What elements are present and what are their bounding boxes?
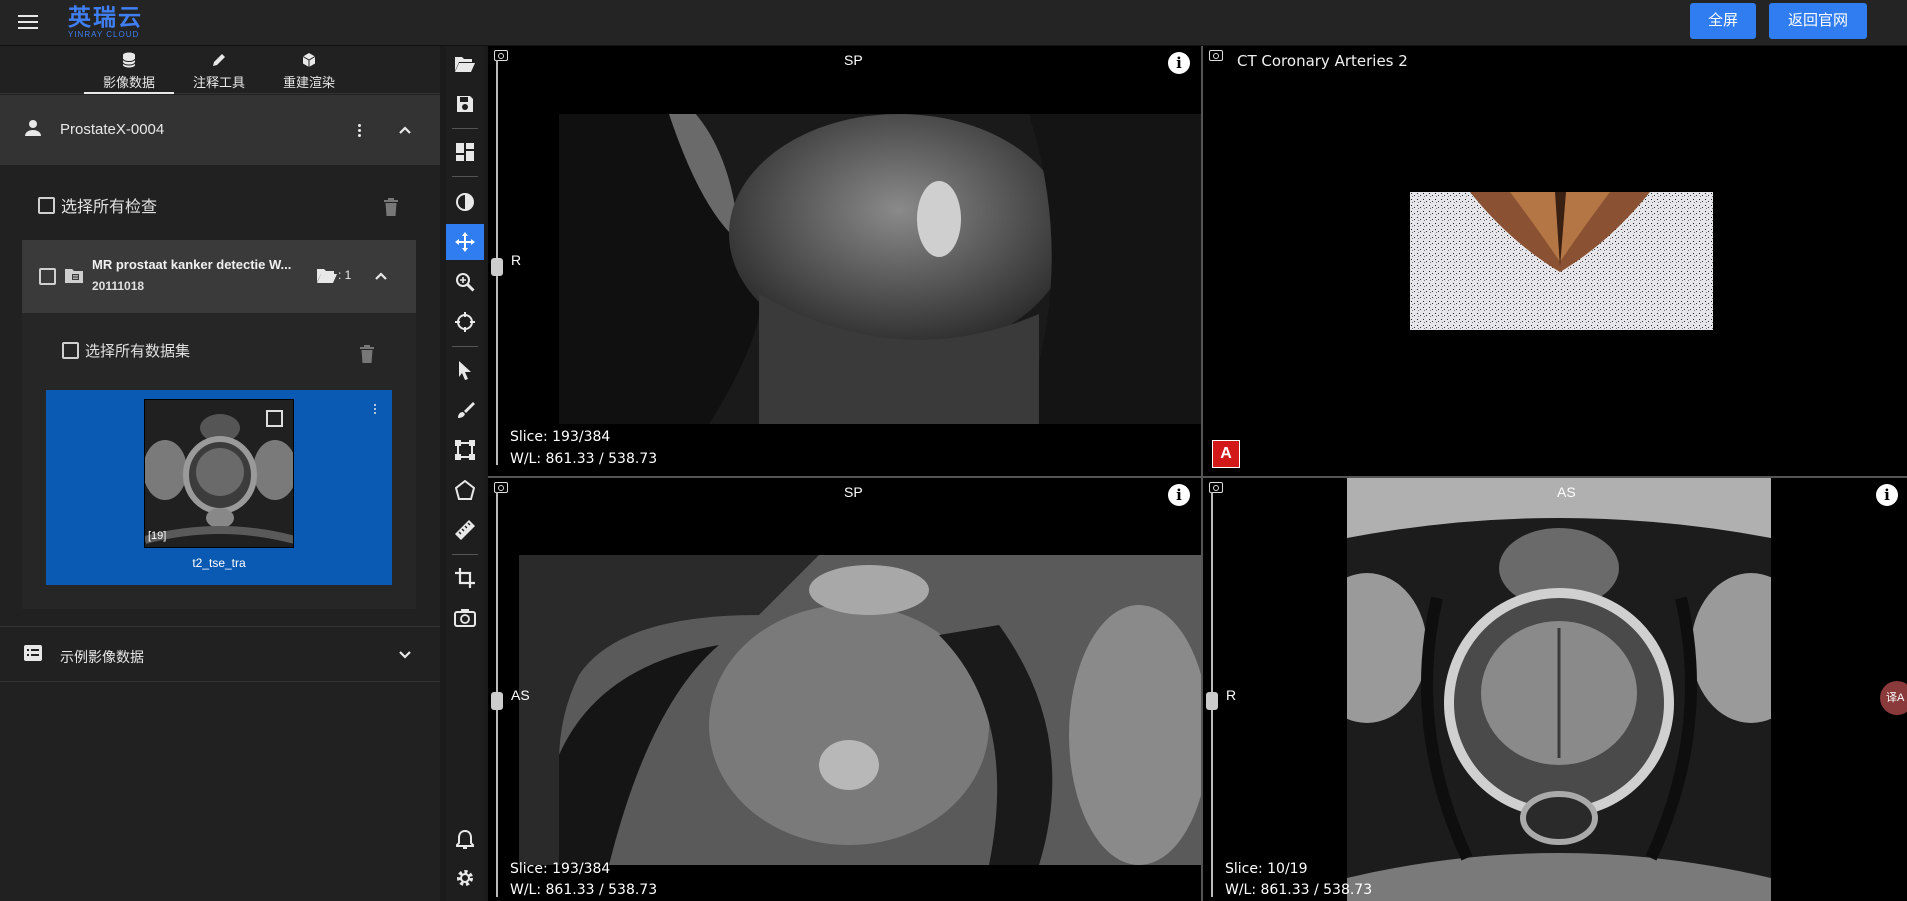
tab-label: 重建渲染: [282, 75, 335, 90]
tab-annotation-tools[interactable]: 注释工具: [174, 50, 264, 94]
select-all-studies[interactable]: 选择所有检查: [38, 193, 157, 217]
window-level-info: W/L: 861.33 / 538.73: [510, 451, 658, 467]
select-all-datasets-label: 选择所有数据集: [85, 343, 191, 360]
viewport-bottom-left[interactable]: SP i AS Slice: 193/384 W/L: 861.33 / 538…: [488, 478, 1201, 901]
3d-render-image: [1410, 192, 1713, 330]
orientation-marker-left: R: [511, 252, 522, 268]
select-box-icon[interactable]: [446, 432, 484, 468]
tab-label: 影像数据: [102, 75, 155, 90]
delete-datasets-icon[interactable]: [359, 344, 375, 364]
orientation-marker-left: AS: [511, 687, 530, 703]
viewport-bottom-right[interactable]: AS i R Slice: 10/19 W/L: 861.33 / 538.73: [1203, 478, 1907, 901]
series-thumbnail[interactable]: [19]: [144, 399, 294, 548]
hamburger-menu-icon[interactable]: [16, 11, 40, 35]
logo-text-cn: 英瑞云: [68, 4, 143, 30]
cube-icon: [264, 50, 354, 70]
crosshair-icon[interactable]: [446, 304, 484, 340]
series-card[interactable]: [19] t2_tse_tra: [46, 390, 392, 585]
series-count-label: : 1: [338, 268, 352, 282]
tab-image-data[interactable]: 影像数据: [84, 50, 174, 94]
delete-studies-icon[interactable]: [383, 197, 399, 217]
folder-open-icon[interactable]: [446, 46, 484, 82]
slice-slider-handle[interactable]: [491, 692, 503, 710]
example-data-section[interactable]: 示例影像数据: [0, 626, 440, 682]
slice-slider-handle[interactable]: [491, 258, 503, 276]
viewport-top-left[interactable]: SP i R Slice: 193/384 W/L: 861.33 / 538.…: [488, 46, 1201, 476]
coronal-slice-image: [519, 555, 1201, 865]
slice-info: Slice: 193/384: [510, 861, 611, 877]
camera-rotate-icon[interactable]: [446, 600, 484, 636]
patient-name: ProstateX-0004: [60, 121, 165, 138]
series-more-icon[interactable]: [370, 400, 380, 418]
info-icon[interactable]: i: [1168, 484, 1190, 506]
study-checkbox[interactable]: [39, 268, 56, 285]
polygon-icon[interactable]: [446, 472, 484, 508]
example-data-label: 示例影像数据: [60, 649, 144, 665]
tab-reconstruction[interactable]: 重建渲染: [264, 50, 354, 94]
panel-tabs: 影像数据 注释工具 重建渲染: [0, 46, 440, 94]
person-icon: [24, 119, 42, 142]
slice-slider-handle[interactable]: [1206, 692, 1218, 710]
thumbnail-select-box[interactable]: [266, 410, 283, 427]
select-all-studies-label: 选择所有检查: [61, 199, 158, 216]
orientation-marker-top: SP: [844, 484, 863, 500]
bell-icon[interactable]: [446, 822, 484, 858]
window-level-info: W/L: 861.33 / 538.73: [1225, 882, 1373, 898]
layout-icon[interactable]: [446, 134, 484, 170]
checkbox[interactable]: [62, 342, 79, 359]
logo-text-en: YINRAY CLOUD: [68, 30, 140, 39]
study-folder-icon: [64, 266, 84, 289]
orientation-marker-left: R: [1226, 687, 1237, 703]
ruler-icon[interactable]: [446, 512, 484, 548]
zoom-icon[interactable]: [446, 264, 484, 300]
window-level-info: W/L: 861.33 / 538.73: [510, 882, 658, 898]
info-icon[interactable]: i: [1168, 52, 1190, 74]
select-all-datasets[interactable]: 选择所有数据集: [62, 340, 190, 361]
logo: 英瑞云 YINRAY CLOUD: [68, 4, 143, 40]
annotation-badge[interactable]: A: [1212, 440, 1240, 468]
series-name: t2_tse_tra: [192, 556, 246, 570]
study-title: MR prostaat kanker detectie W...: [92, 257, 292, 272]
axial-slice-image: [1307, 478, 1811, 901]
orientation-marker-top: AS: [1557, 484, 1576, 500]
study-card[interactable]: MR prostaat kanker detectie W... 2011101…: [22, 240, 416, 313]
left-panel: 影像数据 注释工具 重建渲染 ProstateX-0004 选择所有检查 MR …: [0, 46, 440, 901]
slice-info: Slice: 193/384: [510, 429, 611, 445]
gear-icon[interactable]: [446, 860, 484, 896]
checkbox[interactable]: [38, 196, 55, 214]
chevron-down-icon[interactable]: [396, 646, 414, 664]
contrast-icon[interactable]: [446, 184, 484, 220]
list-icon: [24, 645, 42, 666]
sagittal-slice-image: [539, 84, 1201, 424]
patient-row[interactable]: ProstateX-0004: [0, 95, 440, 165]
brush-icon[interactable]: [446, 392, 484, 428]
tab-label: 注释工具: [192, 75, 245, 90]
info-icon[interactable]: i: [1876, 484, 1898, 506]
translate-widget[interactable]: 译A: [1880, 681, 1907, 715]
viewport-top-right[interactable]: CT Coronary Arteries 2 A: [1203, 46, 1907, 476]
move-icon[interactable]: [446, 224, 484, 260]
folder-open-icon: [317, 269, 337, 283]
pointer-icon[interactable]: [446, 352, 484, 388]
orientation-marker-top: SP: [844, 52, 863, 68]
chevron-up-icon[interactable]: [396, 121, 414, 139]
save-icon[interactable]: [446, 86, 484, 122]
database-icon: [84, 50, 174, 70]
pencil-icon: [174, 50, 264, 70]
slice-info: Slice: 10/19: [1225, 861, 1308, 877]
fullscreen-button[interactable]: 全屏: [1690, 3, 1756, 39]
viewport-grid: SP i R Slice: 193/384 W/L: 861.33 / 538.…: [488, 46, 1907, 901]
snapshot-camera-icon[interactable]: [1209, 50, 1223, 61]
thumbnail-image-count: [19]: [148, 530, 167, 542]
study-date: 20111018: [92, 279, 145, 293]
crop-icon[interactable]: [446, 560, 484, 596]
chevron-up-icon[interactable]: [372, 267, 390, 285]
vertical-toolbar: [446, 46, 484, 901]
app-header: 英瑞云 YINRAY CLOUD 全屏 返回官网: [0, 0, 1907, 46]
viewport-title: CT Coronary Arteries 2: [1237, 52, 1408, 70]
patient-more-icon[interactable]: [350, 121, 368, 139]
back-to-official-site-button[interactable]: 返回官网: [1769, 3, 1867, 39]
series-count: : 1: [316, 266, 351, 284]
